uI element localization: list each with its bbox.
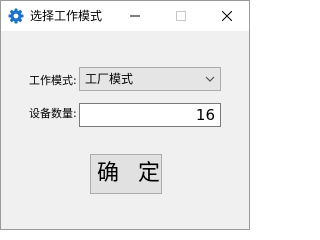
device-count-label: 设备数量: <box>29 107 77 120</box>
maximize-button[interactable] <box>165 1 197 31</box>
minimize-button[interactable] <box>119 1 151 31</box>
work-mode-label: 工作模式: <box>29 74 77 87</box>
dialog-window: 选择工作模式 工作模式: 工厂模式 设备数量: 16 确 定 <box>0 0 250 230</box>
gear-icon <box>8 8 24 24</box>
close-icon <box>222 11 232 21</box>
title-bar[interactable]: 选择工作模式 <box>1 1 249 31</box>
close-button[interactable] <box>211 1 243 31</box>
device-count-value: 16 <box>195 106 215 124</box>
window-title: 选择工作模式 <box>30 9 103 23</box>
confirm-button[interactable]: 确 定 <box>90 154 162 194</box>
minimize-icon <box>130 15 140 17</box>
chevron-down-icon <box>205 76 215 82</box>
work-mode-select[interactable]: 工厂模式 <box>79 67 221 91</box>
maximize-icon <box>176 11 186 21</box>
work-mode-value: 工厂模式 <box>85 72 134 86</box>
device-count-input[interactable]: 16 <box>79 103 221 127</box>
confirm-button-label: 确 定 <box>97 161 166 186</box>
